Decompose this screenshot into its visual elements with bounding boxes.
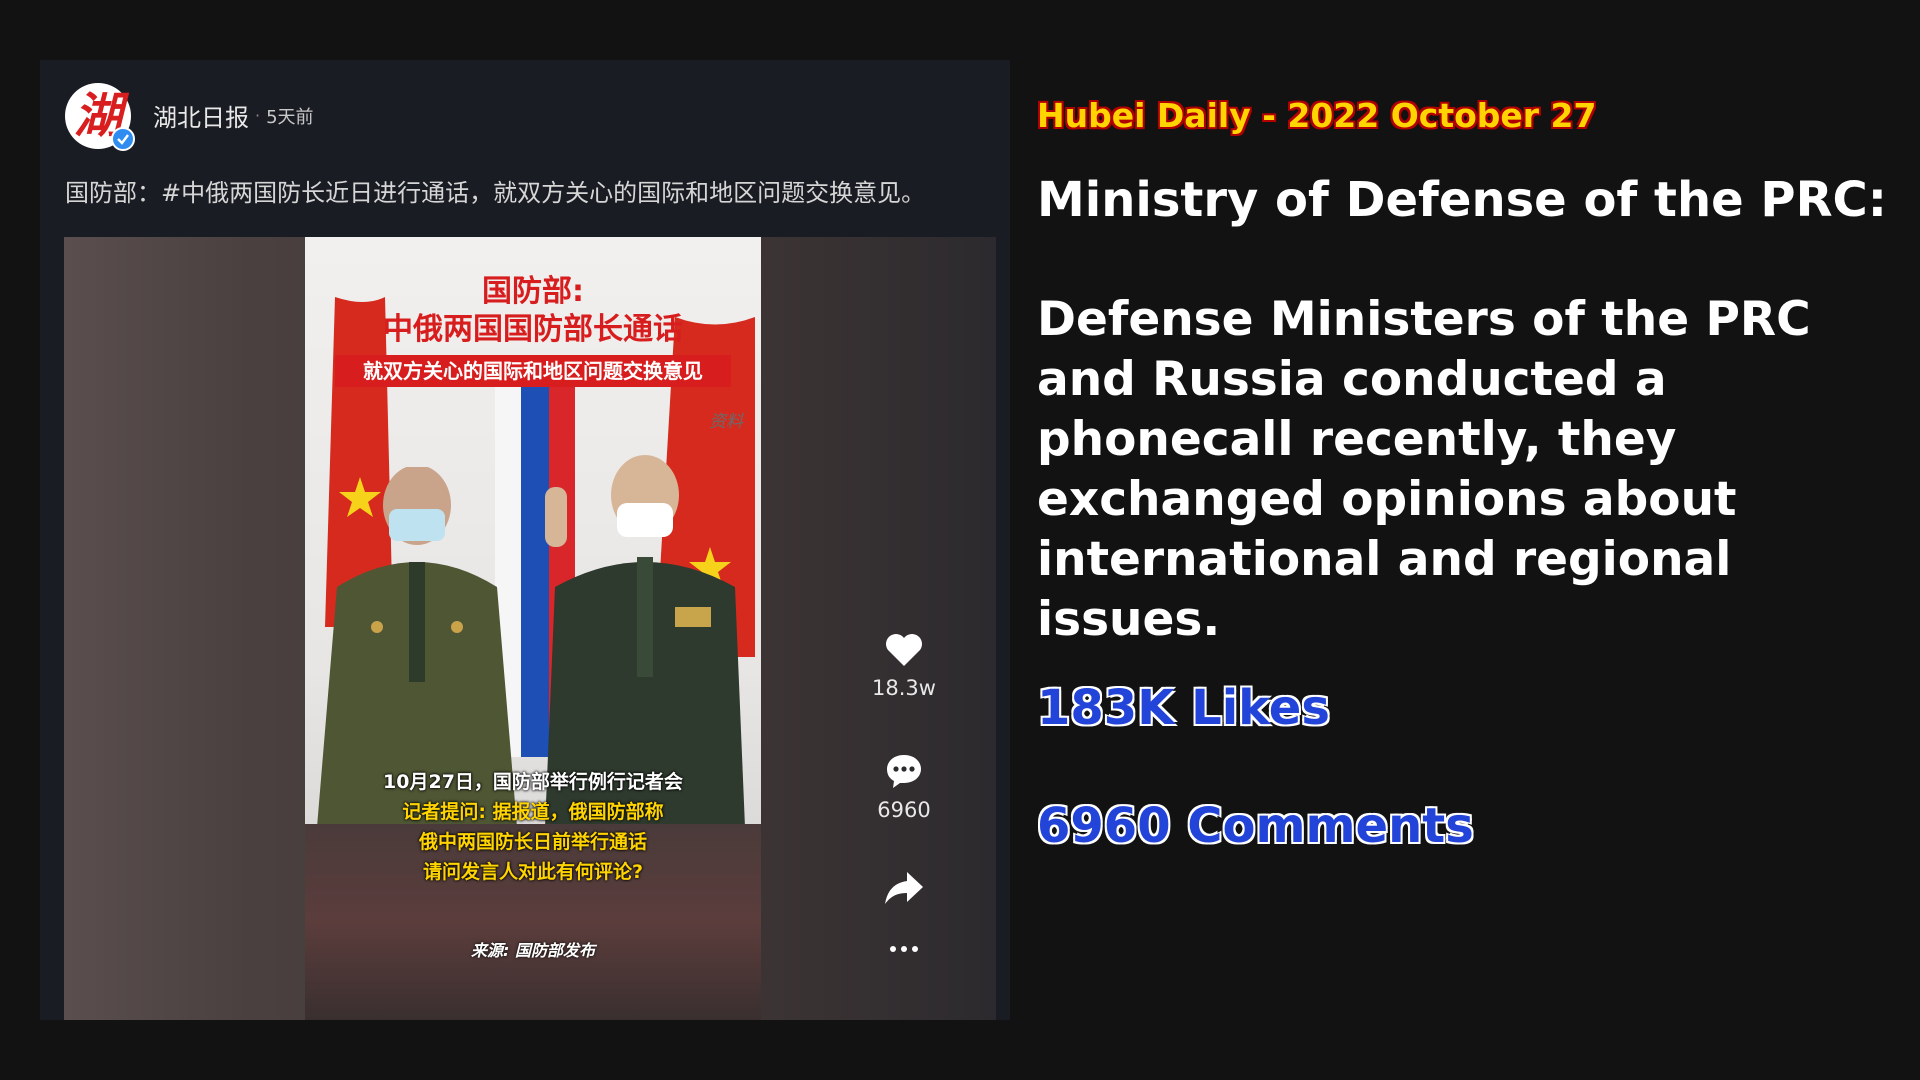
comment-button[interactable]: 6960 (864, 752, 944, 822)
overlay-line1: 10月27日，国防部举行例行记者会 (383, 771, 683, 793)
post-card: 湖 湖北日报 · 5天前 国防部：#中俄两国防长近日进行通话，就双方关心的国际和… (40, 60, 1010, 1020)
video-source-tag: 资料 (709, 412, 743, 432)
like-button[interactable]: 18.3w (864, 632, 944, 700)
video-frame: 国防部: 中俄两国国防部长通话 就双方关心的国际和地区问题交换意见 资料 10月… (305, 237, 761, 1020)
verified-badge-icon (111, 126, 135, 151)
likes-stat: 183K Likes (1037, 680, 1330, 736)
comment-count: 6960 (877, 798, 931, 822)
share-icon (885, 872, 923, 904)
comments-stat: 6960 Comments (1037, 798, 1474, 854)
video-title: 国防部: 中俄两国国防部长通话 (305, 273, 761, 349)
body-text: Defense Ministers of the PRC and Russia … (1037, 292, 1811, 647)
like-count: 18.3w (872, 676, 936, 700)
post-caption: 国防部：#中俄两国防长近日进行通话，就双方关心的国际和地区问题交换意见。 (65, 179, 926, 207)
video-player[interactable]: 国防部: 中俄两国国防部长通话 就双方关心的国际和地区问题交换意见 资料 10月… (64, 237, 996, 1020)
video-subtitle: 就双方关心的国际和地区问题交换意见 (335, 355, 731, 387)
author-avatar[interactable]: 湖 (65, 82, 135, 151)
overlay-line3: 俄中两国防长日前举行通话 (418, 831, 647, 853)
post-header: 湖 湖北日报 · 5天前 (65, 78, 314, 153)
video-title-line1: 国防部: (482, 274, 584, 309)
video-side-actions: 18.3w 6960 (864, 632, 944, 954)
video-title-line2: 中俄两国国防部长通话 (383, 312, 683, 347)
post-time: 5天前 (266, 106, 314, 128)
more-icon (890, 946, 918, 952)
video-footer-source: 来源: 国防部发布 (471, 941, 595, 960)
meta-separator: · (255, 106, 261, 125)
headline: Ministry of Defense of the PRC: (1037, 172, 1887, 228)
video-overlay-text: 10月27日，国防部举行例行记者会 记者提问: 据报道，俄国防部称 俄中两国防长… (305, 767, 761, 887)
comment-icon (887, 755, 921, 788)
overlay-line2: 记者提问: 据报道，俄国防部称 (402, 801, 664, 823)
share-button[interactable] (864, 870, 944, 906)
overlay-line4: 请问发言人对此有何评论? (422, 861, 644, 883)
heart-icon (886, 634, 922, 666)
author-name[interactable]: 湖北日报 (153, 98, 249, 133)
more-button[interactable] (864, 944, 944, 954)
source-line: Hubei Daily - 2022 October 27 (1037, 96, 1597, 135)
